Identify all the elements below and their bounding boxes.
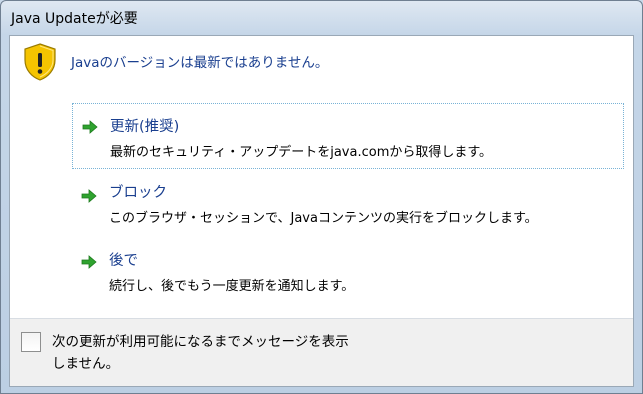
option-description: このブラウザ・セッションで、Javaコンテンツの実行をブロックします。 xyxy=(109,211,538,226)
message-header: Javaのバージョンは最新ではありません。 xyxy=(22,42,622,82)
green-arrow-icon xyxy=(81,255,97,269)
status-message: Javaのバージョンは最新ではありません。 xyxy=(71,55,329,71)
dialog-footer: 次の更新が利用可能になるまでメッセージを表示 しません。 xyxy=(10,318,633,386)
green-arrow-icon xyxy=(82,120,98,134)
option-description: 最新のセキュリティ・アップデートをjava.comから取得します。 xyxy=(110,145,493,160)
do-not-show-checkbox[interactable] xyxy=(21,332,41,352)
checkbox-label-line1: 次の更新が利用可能になるまでメッセージを表示 xyxy=(52,334,349,350)
dialog-content: Javaのバージョンは最新ではありません。 更新(推奨) 最新のセキュリティ・ア… xyxy=(9,35,634,387)
window-title: Java Updateが必要 xyxy=(11,11,138,27)
option-title: 更新(推奨) xyxy=(110,119,180,135)
java-update-dialog: Java Updateが必要 Javaのバージョンは最新ではありません。 更新(… xyxy=(0,0,643,394)
checkbox-label[interactable]: 次の更新が利用可能になるまでメッセージを表示 しません。 xyxy=(52,331,432,375)
block-option[interactable]: ブロック このブラウザ・セッションで、Javaコンテンツの実行をブロックします。 xyxy=(72,170,624,236)
green-arrow-icon xyxy=(81,189,97,203)
checkbox-label-line2: しません。 xyxy=(52,356,120,372)
later-option[interactable]: 後で 続行し、後でもう一度更新を通知します。 xyxy=(72,236,624,302)
option-description: 続行し、後でもう一度更新を通知します。 xyxy=(109,279,355,294)
option-title: ブロック xyxy=(109,185,167,201)
option-title: 後で xyxy=(109,253,138,269)
update-recommended-option[interactable]: 更新(推奨) 最新のセキュリティ・アップデートをjava.comから取得します。 xyxy=(72,103,624,169)
warning-shield-icon xyxy=(24,43,56,81)
title-bar[interactable]: Java Updateが必要 xyxy=(1,1,642,35)
